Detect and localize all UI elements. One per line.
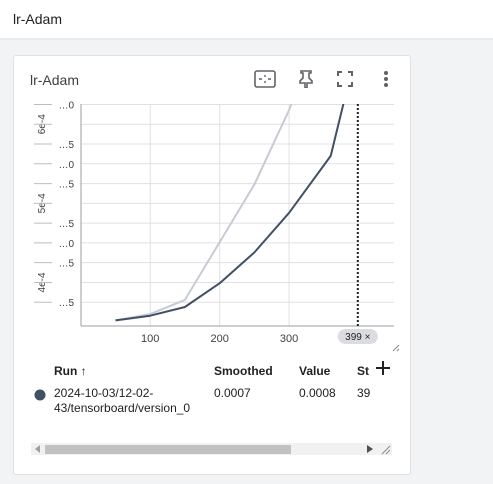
resize-handle-icon (392, 344, 400, 352)
line-chart[interactable]: 100 200 300…54e-4…5…0…55e-4…5…0…56e-4…0399… (14, 100, 410, 360)
column-header-smoothed[interactable]: Smoothed (214, 364, 273, 378)
x-tick-label: 100 (141, 333, 159, 345)
step-cursor-label: 399 × (345, 332, 370, 343)
pin-icon (299, 70, 313, 88)
y-tick-label: …5 (58, 298, 74, 309)
y-tick-label: …5 (58, 180, 74, 191)
more-options-button[interactable] (374, 67, 398, 91)
fit-domain-button[interactable] (253, 67, 277, 91)
x-tick-label: 300 (280, 333, 298, 345)
y-tick-label: …0 (58, 100, 74, 111)
horizontal-scrollbar[interactable] (31, 443, 392, 455)
run-color-swatch[interactable] (34, 389, 46, 401)
more-vert-icon (384, 71, 388, 87)
raw-series-line (115, 104, 293, 322)
resize-handle-icon[interactable] (381, 445, 391, 455)
top-bar: lr-Adam (0, 0, 493, 39)
column-header-value[interactable]: Value (299, 364, 330, 378)
value-cell: 0.0008 (299, 386, 336, 400)
scroll-left-icon[interactable] (35, 445, 41, 453)
smoothed-cell: 0.0007 (214, 386, 251, 400)
run-name-cell: 2024-10-03/12-02-43/tensorboard/version_… (54, 386, 191, 415)
column-header-run[interactable]: Run ↑ (54, 364, 87, 378)
y-tick-label: …0 (58, 160, 74, 171)
x-tick-label: 200 (210, 333, 228, 345)
y-tick-label: …5 (58, 140, 74, 151)
pin-button[interactable] (294, 67, 318, 91)
column-header-step[interactable]: St (357, 364, 369, 378)
fit-domain-icon (254, 70, 276, 88)
divider (0, 38, 493, 40)
y-tick-label: …5 (58, 259, 74, 270)
page-title: lr-Adam (13, 11, 63, 27)
smoothed-series-line (115, 104, 345, 322)
fullscreen-icon (337, 71, 353, 87)
y-tick-label: …5 (58, 219, 74, 230)
scroll-right-icon[interactable] (367, 445, 373, 453)
step-cell: 39 (357, 386, 371, 400)
fullscreen-button[interactable] (333, 67, 357, 91)
scalar-card: lr-Adam 100 200 300 …5 4e-4 …5 …0 …5 5e-4 …5 …0 …5 6… (13, 55, 411, 475)
add-column-button[interactable] (375, 360, 391, 379)
y-tick-label: …0 (58, 239, 74, 250)
scroll-thumb[interactable] (45, 445, 291, 454)
card-title: lr-Adam (30, 72, 80, 88)
add-icon (376, 361, 390, 375)
